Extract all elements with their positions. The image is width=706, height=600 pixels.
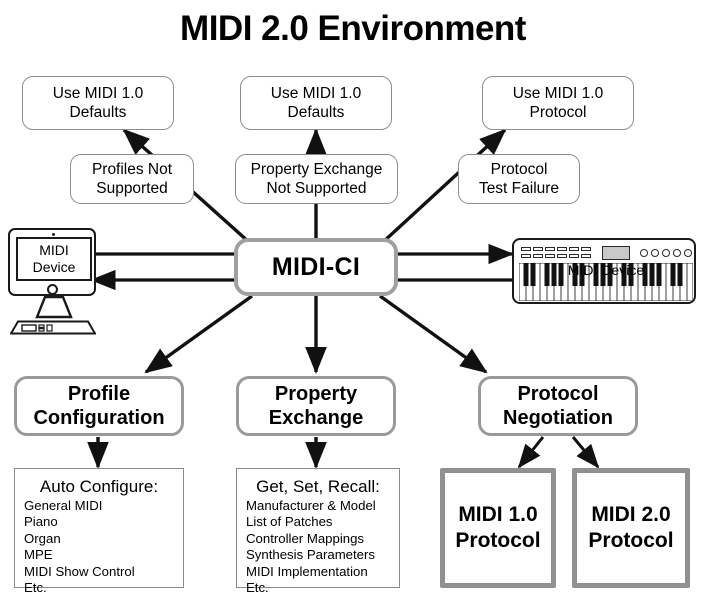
list-item: Synthesis Parameters [246, 547, 375, 563]
result-line2: Defaults [287, 104, 345, 121]
condition-box-property-exchange-not-supported: Property Exchange Not Supported [235, 154, 398, 204]
synth-button [581, 247, 591, 251]
center-node-midi-ci: MIDI-CI [234, 238, 398, 296]
result-box-use-midi1-protocol-right: Use MIDI 1.0 Protocol [482, 76, 634, 130]
list-item: MIDI Implementation [246, 563, 368, 579]
condition-line2: Supported [96, 180, 168, 197]
synth-button [545, 254, 555, 258]
detail-box-get-set-recall: Get, Set, Recall: Manufacturer & Model L… [236, 468, 400, 595]
arrow-ci-to-protocol-negotiation [379, 294, 488, 374]
condition-line2: Test Failure [478, 180, 560, 197]
detail-heading: Auto Configure: [39, 477, 159, 496]
synth-button [533, 247, 543, 251]
monitor-button-icon [47, 284, 58, 295]
result-box-use-midi1-defaults-left: Use MIDI 1.0 Defaults [22, 76, 174, 130]
list-item: Piano [24, 514, 58, 530]
list-item: General MIDI [24, 498, 103, 513]
synth-button [581, 254, 591, 258]
synth-knob-group [640, 249, 692, 257]
synth-button [557, 247, 567, 251]
synth-button-row-bottom [521, 254, 591, 258]
synth-knob-icon [640, 249, 648, 257]
synth-button-row-top [521, 247, 591, 251]
condition-line1: Profiles Not [91, 161, 173, 178]
feature-line1: Profile [67, 383, 131, 405]
protocol-line1: MIDI 1.0 [458, 503, 538, 526]
list-item: Etc. [24, 580, 47, 596]
protocol-line2: Protocol [455, 529, 541, 552]
result-line1: Use MIDI 1.0 [52, 85, 144, 102]
arrow-negotiation-to-midi2 [571, 436, 600, 469]
condition-line1: Property Exchange [250, 161, 383, 178]
list-item: Controller Mappings [246, 530, 365, 546]
feature-box-protocol-negotiation: Protocol Negotiation [478, 376, 638, 436]
result-line1: Use MIDI 1.0 [270, 85, 362, 102]
monitor-stand-icon [35, 296, 73, 319]
synth-display-icon [602, 246, 630, 260]
synth-knob-icon [673, 249, 681, 257]
list-item: MIDI Show Control [24, 563, 135, 579]
center-node-label: MIDI-CI [271, 252, 361, 281]
computer-midi-device: MIDI Device [8, 228, 100, 338]
result-line1: Use MIDI 1.0 [512, 85, 604, 102]
feature-line1: Property [274, 383, 358, 405]
condition-box-profiles-not-supported: Profiles Not Supported [70, 154, 194, 204]
protocol-line2: Protocol [588, 529, 674, 552]
feature-line2: Configuration [33, 407, 165, 429]
monitor-icon: MIDI Device [8, 228, 96, 296]
arrow-negotiation-to-midi1 [517, 436, 545, 469]
synth-body: MIDI Device [512, 238, 696, 304]
synth-button [545, 247, 555, 251]
monitor-screen: MIDI Device [16, 237, 92, 281]
detail-list: Manufacturer & Model List of Patches Con… [237, 498, 399, 596]
computer-label-line1: MIDI [39, 242, 69, 258]
detail-heading: Get, Set, Recall: [256, 477, 380, 496]
synth-knob-icon [651, 249, 659, 257]
result-box-use-midi1-defaults-center: Use MIDI 1.0 Defaults [240, 76, 392, 130]
arrow-ci-to-profile-configuration [144, 294, 253, 374]
synth-button [533, 254, 543, 258]
protocol-line1: MIDI 2.0 [591, 503, 671, 526]
protocol-box-midi-1-0: MIDI 1.0 Protocol [440, 468, 556, 588]
list-item: Manufacturer & Model [246, 498, 376, 513]
condition-line1: Protocol [490, 161, 548, 178]
feature-line1: Protocol [517, 383, 599, 405]
synth-button [521, 247, 531, 251]
page-title: MIDI 2.0 Environment [180, 9, 526, 48]
list-item: MPE [24, 547, 53, 563]
synth-button [557, 254, 567, 258]
condition-line2: Not Supported [266, 180, 367, 197]
condition-box-protocol-test-failure: Protocol Test Failure [458, 154, 580, 204]
computer-keyboard-icon [10, 320, 96, 335]
synth-button [569, 254, 579, 258]
synth-button [521, 254, 531, 258]
list-item: List of Patches [246, 514, 333, 530]
list-item: Etc. [246, 580, 269, 596]
detail-box-auto-configure: Auto Configure: General MIDI Piano Organ… [14, 468, 184, 595]
feature-line2: Exchange [268, 407, 364, 429]
diagram-canvas: MIDI 2.0 Environment Use MIDI 1.0 Defaul… [0, 0, 706, 600]
computer-label-line2: Device [32, 259, 76, 275]
result-line2: Defaults [69, 104, 127, 121]
result-line2: Protocol [529, 104, 587, 121]
feature-box-property-exchange: Property Exchange [236, 376, 396, 436]
detail-list: General MIDI Piano Organ MPE MIDI Show C… [15, 498, 183, 596]
feature-line2: Negotiation [503, 407, 613, 429]
list-item: Organ [24, 530, 61, 546]
protocol-box-midi-2-0: MIDI 2.0 Protocol [572, 468, 690, 588]
feature-box-profile-configuration: Profile Configuration [14, 376, 184, 436]
synth-button [569, 247, 579, 251]
synth-knob-icon [662, 249, 670, 257]
synth-knob-icon [684, 249, 692, 257]
synth-label: MIDI Device [567, 262, 645, 278]
webcam-dot-icon [52, 232, 55, 236]
keyboard-midi-device: MIDI Device [512, 238, 696, 304]
